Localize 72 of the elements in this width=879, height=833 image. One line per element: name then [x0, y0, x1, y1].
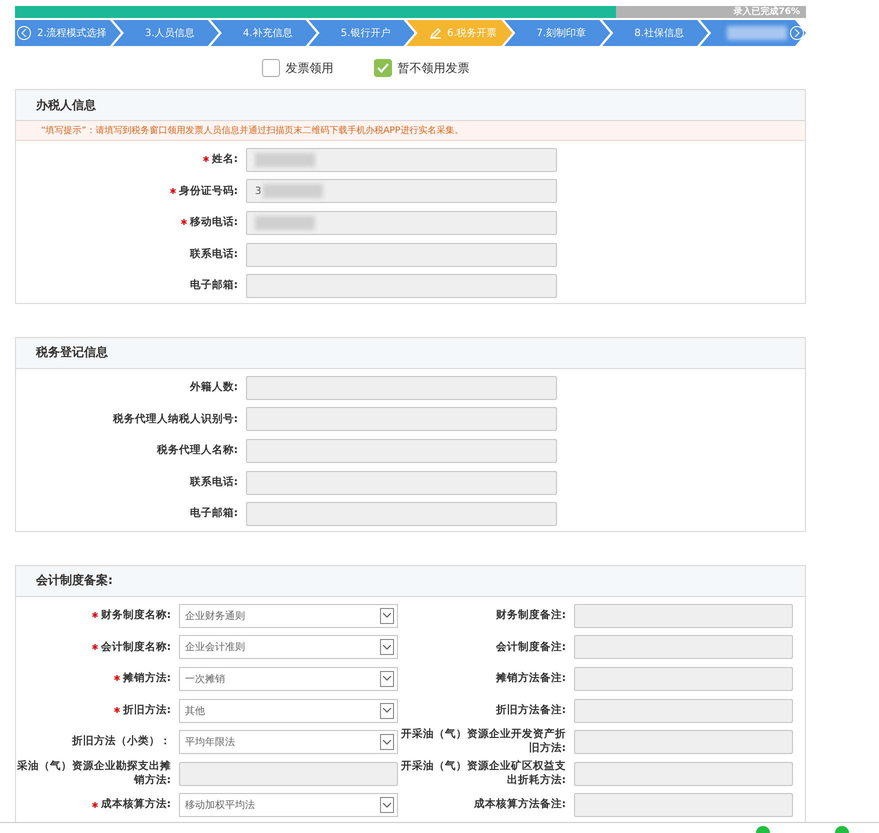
caret-icon: [380, 734, 394, 750]
field-label: 成本核算方法:: [16, 798, 179, 812]
field-label: 移动电话:: [16, 216, 246, 230]
caret-icon: [380, 702, 394, 719]
input-field[interactable]: [574, 635, 793, 660]
input-field[interactable]: [574, 698, 793, 723]
field-label: 电子邮箱:: [188, 279, 239, 293]
field-label: 会计制度备注:: [494, 640, 567, 654]
field-label: 会计制度名称:: [16, 640, 179, 654]
scroll-left-icon[interactable]: [17, 26, 31, 40]
field-label: 摊销方法:: [16, 672, 179, 686]
input-field[interactable]: [246, 210, 557, 235]
caret-icon: [380, 797, 394, 814]
input-field[interactable]: 3: [246, 179, 557, 204]
field-label: 折旧方法（小类）：: [70, 735, 172, 749]
field-label: 财务制度备注:: [494, 608, 567, 623]
input-field[interactable]: [574, 730, 793, 754]
select-field[interactable]: 企业财务通则: [179, 604, 398, 628]
panel-title: 税务登记信息: [16, 338, 805, 369]
pencil-icon: [430, 27, 442, 39]
input-field[interactable]: [246, 376, 557, 400]
input-field[interactable]: [246, 502, 557, 526]
field-label: 财务制度名称:: [16, 608, 179, 623]
input-field[interactable]: [246, 438, 557, 463]
field-label: 摊销方法备注:: [494, 672, 567, 686]
input-field[interactable]: [246, 470, 557, 495]
step-tab[interactable]: 2.流程模式选择: [15, 20, 121, 46]
select-field[interactable]: 平均年限法: [179, 730, 398, 754]
input-field[interactable]: [574, 666, 793, 691]
step-tab[interactable]: 5.银行开户: [308, 20, 414, 46]
step-tab[interactable]: 3.人员信息: [112, 20, 219, 46]
input-field[interactable]: [246, 148, 557, 172]
field-label: 外籍人数:: [188, 380, 239, 395]
field-label: 税务代理人纳税人识别号:: [112, 412, 239, 426]
tip-text: “填写提示”：请填写到税务窗口领用发票人员信息并通过扫描页末二维码下载手机办税APP进行实名采集。: [16, 121, 805, 141]
field-label: 税务代理人名称:: [156, 444, 239, 458]
field-label: 折旧方法:: [16, 704, 179, 718]
invoice-checkbox[interactable]: 发票领用: [262, 59, 334, 77]
invoice-checkbox[interactable]: 暂不领用发票: [374, 59, 470, 77]
input-field[interactable]: [246, 242, 557, 267]
field-label: 联系电话:: [188, 476, 239, 490]
input-field[interactable]: [246, 274, 557, 298]
field-label: 开采油（气）资源企业开发资产折旧方法:: [400, 728, 567, 756]
panel-title: 会计制度备案:: [16, 566, 805, 597]
input-field[interactable]: [574, 793, 793, 818]
progress-label: 录入已完成76%: [733, 6, 800, 18]
field-label: 姓名:: [16, 152, 246, 167]
field-label: 联系电话:: [188, 248, 239, 262]
input-field[interactable]: [179, 762, 398, 786]
select-field[interactable]: 企业会计准则: [179, 635, 398, 660]
caret-icon: [380, 639, 394, 656]
input-field[interactable]: [574, 604, 793, 628]
step-tab[interactable]: 4.补充信息: [210, 20, 317, 46]
field-label: 电子邮箱:: [188, 507, 239, 521]
caret-icon: [380, 608, 394, 624]
step-tab[interactable]: 8.社保信息: [602, 20, 708, 46]
select-field[interactable]: 其他: [179, 698, 398, 723]
field-label: 折旧方法备注:: [494, 704, 567, 718]
select-field[interactable]: 一次摊销: [179, 666, 398, 691]
checkmark-icon: [376, 63, 388, 73]
field-label: 采油（气）资源企业勘探支出摊销方法:: [16, 760, 172, 788]
field-label: 成本核算方法备注:: [472, 798, 567, 812]
field-label: 开采油（气）资源企业矿区权益支出折耗方法:: [400, 760, 567, 788]
step-tab[interactable]: [700, 20, 806, 46]
panel-title: 办税人信息: [16, 90, 805, 121]
input-field[interactable]: [246, 407, 557, 432]
caret-icon: [380, 670, 394, 687]
scroll-right-icon[interactable]: [790, 26, 804, 40]
select-field[interactable]: 移动加权平均法: [179, 793, 398, 818]
input-field[interactable]: [574, 762, 793, 786]
step-tab[interactable]: 7.刻制印章: [504, 20, 610, 46]
field-label: 身份证号码:: [16, 184, 246, 198]
